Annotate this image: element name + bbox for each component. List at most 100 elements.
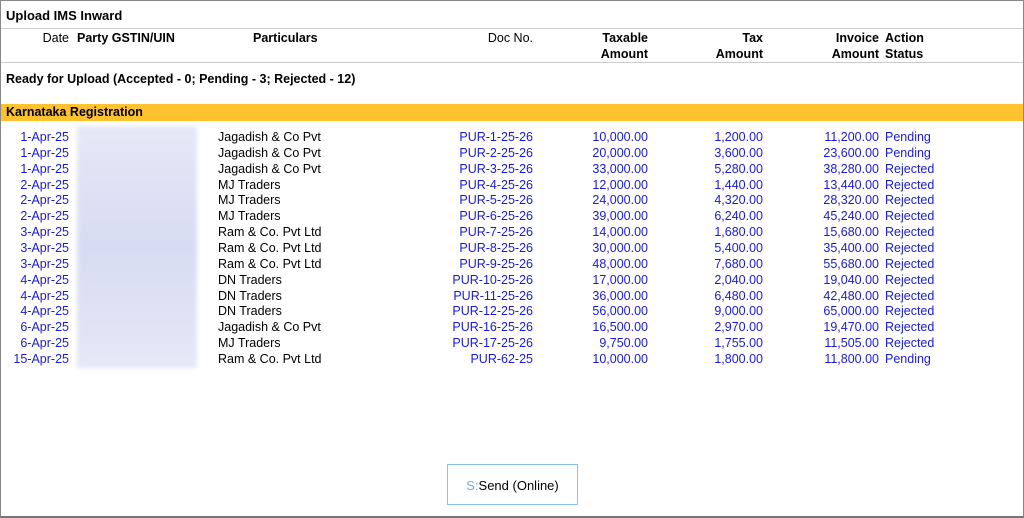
row-status: Pending bbox=[885, 130, 931, 144]
upload-ims-window: Upload IMS Inward Date Party GSTIN/UIN P… bbox=[0, 0, 1024, 518]
col-action-l1: Action bbox=[885, 31, 924, 45]
row-tax: 6,480.00 bbox=[714, 288, 763, 303]
row-doc-no: PUR-2-25-26 bbox=[459, 145, 533, 160]
row-particulars: Ram & Co. Pvt Ltd bbox=[218, 240, 322, 255]
row-date: 15-Apr-25 bbox=[13, 351, 69, 366]
row-invoice: 28,320.00 bbox=[823, 193, 879, 208]
row-status: Pending bbox=[885, 351, 931, 366]
divider bbox=[1, 28, 1023, 29]
row-status: Rejected bbox=[885, 272, 935, 287]
row-invoice: 11,800.00 bbox=[824, 351, 879, 366]
row-doc-no: PUR-10-25-26 bbox=[452, 272, 533, 287]
row-particulars: DN Traders bbox=[218, 272, 282, 287]
row-status: Rejected bbox=[885, 288, 935, 303]
row-taxable: 36,000.00 bbox=[592, 288, 648, 303]
row-invoice: 19,470.00 bbox=[823, 320, 879, 335]
row-taxable: 10,000.00 bbox=[592, 351, 648, 366]
row-invoice: 55,680.00 bbox=[823, 256, 879, 271]
row-particulars: Jagadish & Co Pvt bbox=[218, 145, 321, 160]
row-status: Pending bbox=[885, 145, 931, 160]
row-invoice: 23,600.00 bbox=[823, 145, 879, 160]
row-doc-no: PUR-62-25 bbox=[470, 351, 533, 366]
row-doc-no: PUR-1-25-26 bbox=[459, 130, 533, 144]
row-status: Rejected bbox=[885, 240, 935, 255]
row-doc-no: PUR-5-25-26 bbox=[459, 193, 533, 208]
row-status: Rejected bbox=[885, 256, 935, 271]
row-particulars: MJ Traders bbox=[218, 336, 281, 351]
row-taxable: 10,000.00 bbox=[592, 130, 648, 144]
row-particulars: DN Traders bbox=[218, 288, 282, 303]
col-invoice-l2: Amount bbox=[831, 47, 879, 61]
row-tax: 9,000.00 bbox=[714, 304, 763, 319]
send-label: Send (Online) bbox=[478, 478, 559, 493]
row-taxable: 14,000.00 bbox=[592, 225, 648, 240]
row-invoice: 11,200.00 bbox=[824, 130, 879, 144]
row-particulars: MJ Traders bbox=[218, 209, 281, 224]
row-status: Rejected bbox=[885, 177, 935, 192]
shortcut-key: S: bbox=[466, 478, 479, 493]
row-particulars: Jagadish & Co Pvt bbox=[218, 161, 321, 176]
row-tax: 5,400.00 bbox=[714, 240, 763, 255]
col-taxable-l1: Taxable bbox=[602, 31, 648, 45]
row-taxable: 17,000.00 bbox=[592, 272, 648, 287]
row-tax: 1,200.00 bbox=[714, 130, 763, 144]
row-status: Rejected bbox=[885, 193, 935, 208]
row-doc-no: PUR-3-25-26 bbox=[459, 161, 533, 176]
row-date: 1-Apr-25 bbox=[20, 145, 69, 160]
row-tax: 5,280.00 bbox=[714, 161, 763, 176]
row-date: 3-Apr-25 bbox=[20, 225, 69, 240]
row-invoice: 38,280.00 bbox=[823, 161, 879, 176]
col-tax-l2: Amount bbox=[715, 47, 763, 61]
row-doc-no: PUR-8-25-26 bbox=[459, 240, 533, 255]
row-invoice: 65,000.00 bbox=[823, 304, 879, 319]
row-taxable: 12,000.00 bbox=[592, 177, 648, 192]
row-date: 4-Apr-25 bbox=[20, 272, 69, 287]
row-status: Rejected bbox=[885, 209, 935, 224]
row-date: 4-Apr-25 bbox=[20, 288, 69, 303]
col-tax-l1: Tax bbox=[742, 31, 763, 45]
row-doc-no: PUR-11-25-26 bbox=[453, 288, 533, 303]
row-tax: 2,970.00 bbox=[714, 320, 763, 335]
row-date: 1-Apr-25 bbox=[20, 161, 69, 176]
row-particulars: Jagadish & Co Pvt bbox=[218, 130, 321, 144]
row-taxable: 9,750.00 bbox=[599, 336, 648, 351]
row-particulars: Ram & Co. Pvt Ltd bbox=[218, 351, 322, 366]
row-tax: 1,680.00 bbox=[714, 225, 763, 240]
row-date: 3-Apr-25 bbox=[20, 256, 69, 271]
upload-summary: Ready for Upload (Accepted - 0; Pending … bbox=[6, 72, 356, 86]
col-gstin: Party GSTIN/UIN bbox=[77, 31, 175, 45]
row-invoice: 42,480.00 bbox=[823, 288, 879, 303]
row-tax: 3,600.00 bbox=[714, 145, 763, 160]
row-taxable: 33,000.00 bbox=[592, 161, 648, 176]
row-doc-no: PUR-7-25-26 bbox=[459, 225, 533, 240]
col-date: Date bbox=[42, 31, 69, 45]
row-invoice: 35,400.00 bbox=[823, 240, 879, 255]
row-particulars: MJ Traders bbox=[218, 177, 281, 192]
row-doc-no: PUR-12-25-26 bbox=[452, 304, 533, 319]
row-tax: 2,040.00 bbox=[714, 272, 763, 287]
row-tax: 4,320.00 bbox=[714, 193, 763, 208]
col-invoice: Invoice Amount bbox=[832, 30, 879, 62]
col-taxable-l2: Amount bbox=[600, 47, 648, 61]
col-action-l2: Status bbox=[885, 47, 924, 61]
row-status: Rejected bbox=[885, 320, 935, 335]
col-action: Action Status bbox=[885, 30, 924, 62]
row-particulars: Ram & Co. Pvt Ltd bbox=[218, 225, 322, 240]
gstin-redacted bbox=[77, 126, 197, 368]
row-date: 4-Apr-25 bbox=[20, 304, 69, 319]
row-taxable: 39,000.00 bbox=[592, 209, 648, 224]
row-invoice: 11,505.00 bbox=[824, 336, 879, 351]
row-status: Rejected bbox=[885, 161, 935, 176]
row-particulars: MJ Traders bbox=[218, 193, 281, 208]
send-online-button[interactable]: S:Send (Online) bbox=[447, 464, 578, 505]
row-date: 2-Apr-25 bbox=[20, 177, 69, 192]
group-header: Karnataka Registration bbox=[1, 104, 1023, 121]
row-invoice: 45,240.00 bbox=[823, 209, 879, 224]
row-date: 3-Apr-25 bbox=[20, 240, 69, 255]
col-doc-no: Doc No. bbox=[487, 31, 533, 45]
row-invoice: 19,040.00 bbox=[823, 272, 879, 287]
row-doc-no: PUR-4-25-26 bbox=[459, 177, 533, 192]
row-date: 6-Apr-25 bbox=[20, 320, 69, 335]
row-status: Rejected bbox=[885, 336, 935, 351]
row-taxable: 30,000.00 bbox=[592, 240, 648, 255]
